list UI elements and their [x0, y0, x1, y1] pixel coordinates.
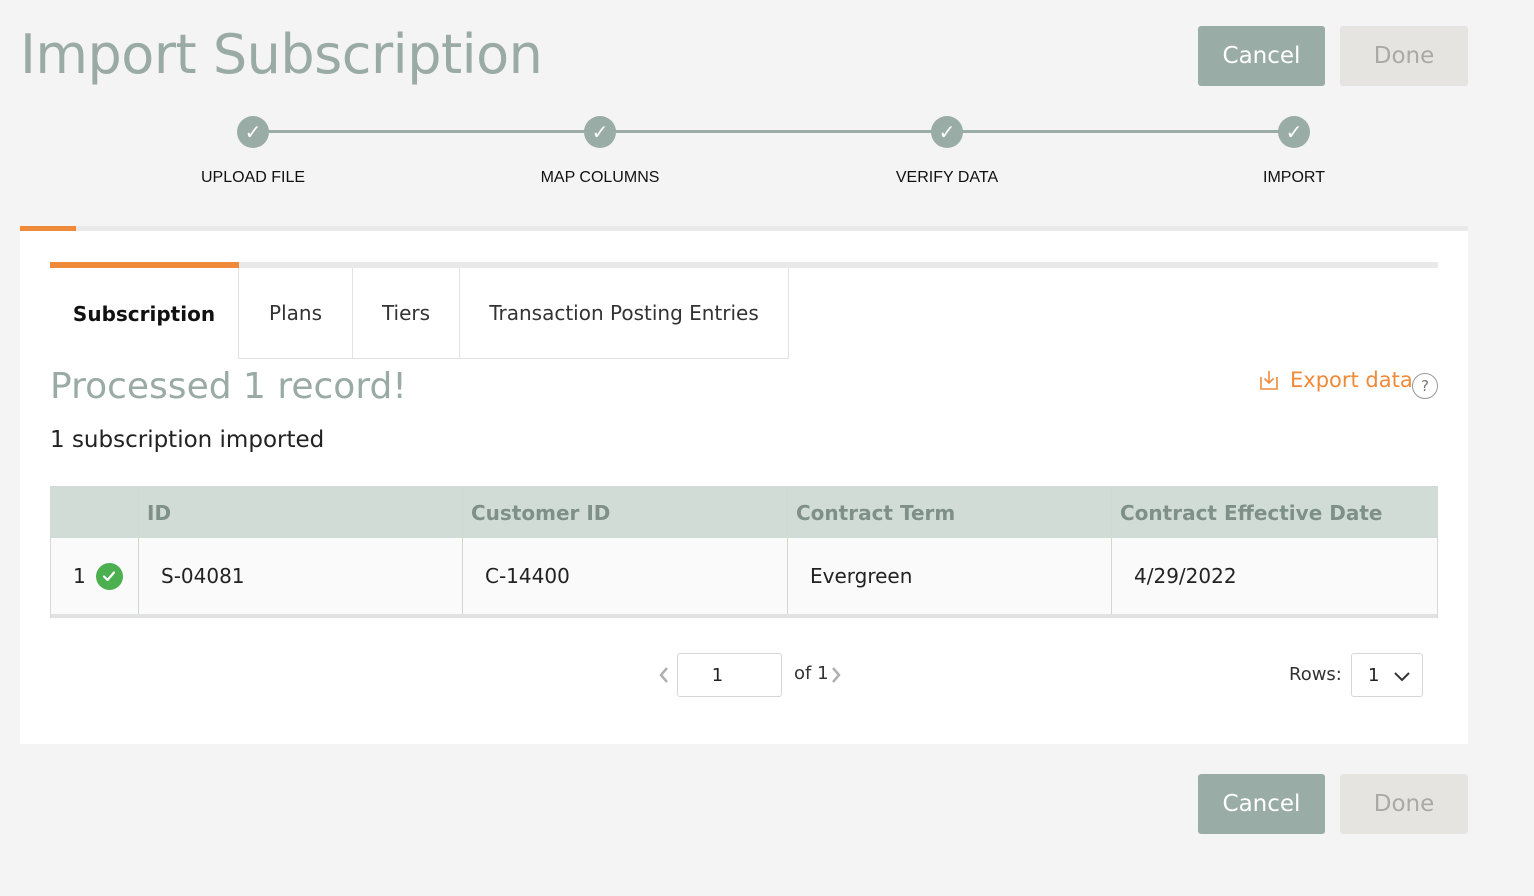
next-page-icon[interactable]	[829, 665, 843, 685]
rows-per-page-label: Rows:	[1289, 664, 1342, 685]
column-header-contract-term[interactable]: Contract Term	[788, 487, 1111, 538]
column-header-id[interactable]: ID	[139, 487, 462, 538]
cell-contract-effective-date: 4/29/2022	[1134, 564, 1237, 588]
page-title: Import Subscription	[20, 23, 543, 86]
import-summary: 1 subscription imported	[50, 427, 325, 453]
cell-id: S-04081	[161, 564, 245, 588]
column-header-customer-id[interactable]: Customer ID	[463, 487, 787, 538]
table-footer-line	[51, 614, 1437, 618]
step-upload-check-icon: ✓	[237, 116, 269, 148]
footer-done-button[interactable]: Done	[1340, 774, 1468, 834]
help-icon[interactable]: ?	[1412, 373, 1438, 399]
step-map-check-icon: ✓	[584, 116, 616, 148]
step-import-check-icon: ✓	[1278, 116, 1310, 148]
page-count-label: of 1	[794, 663, 829, 684]
step-label-upload-file: UPLOAD FILE	[200, 169, 306, 186]
tab-tiers[interactable]: Tiers	[353, 268, 460, 359]
rows-per-page-value: 1	[1368, 664, 1380, 686]
stepper-line	[253, 130, 1294, 133]
step-label-verify-data: VERIFY DATA	[895, 169, 999, 186]
tab-subscription[interactable]: Subscription	[50, 268, 239, 359]
tab-plans[interactable]: Plans	[239, 268, 353, 359]
export-data-label: Export data	[1290, 368, 1413, 392]
processed-title: Processed 1 record!	[50, 366, 407, 407]
done-button[interactable]: Done	[1340, 26, 1468, 86]
step-verify-check-icon: ✓	[931, 116, 963, 148]
download-icon	[1260, 371, 1278, 390]
success-check-icon	[95, 562, 123, 590]
tab-transaction-posting-entries[interactable]: Transaction Posting Entries	[460, 268, 789, 359]
page-number-input[interactable]	[677, 653, 782, 697]
export-data-link[interactable]: Export data	[1258, 368, 1413, 392]
column-header-contract-effective-date[interactable]: Contract Effective Date	[1112, 487, 1437, 538]
cell-customer-id: C-14400	[485, 564, 570, 588]
cancel-button[interactable]: Cancel	[1198, 26, 1325, 86]
rows-per-page-select[interactable]: 1	[1351, 653, 1423, 697]
step-label-import: IMPORT	[1263, 169, 1325, 186]
cell-contract-term: Evergreen	[810, 564, 913, 588]
step-label-map-columns: MAP COLUMNS	[540, 169, 660, 186]
previous-page-icon[interactable]	[657, 665, 671, 685]
row-index: 1	[73, 564, 86, 588]
chevron-down-icon	[1394, 672, 1410, 682]
row-index-cell: 1	[73, 538, 138, 614]
footer-cancel-button[interactable]: Cancel	[1198, 774, 1325, 834]
results-table: ID Customer ID Contract Term Contract Ef…	[50, 486, 1438, 618]
